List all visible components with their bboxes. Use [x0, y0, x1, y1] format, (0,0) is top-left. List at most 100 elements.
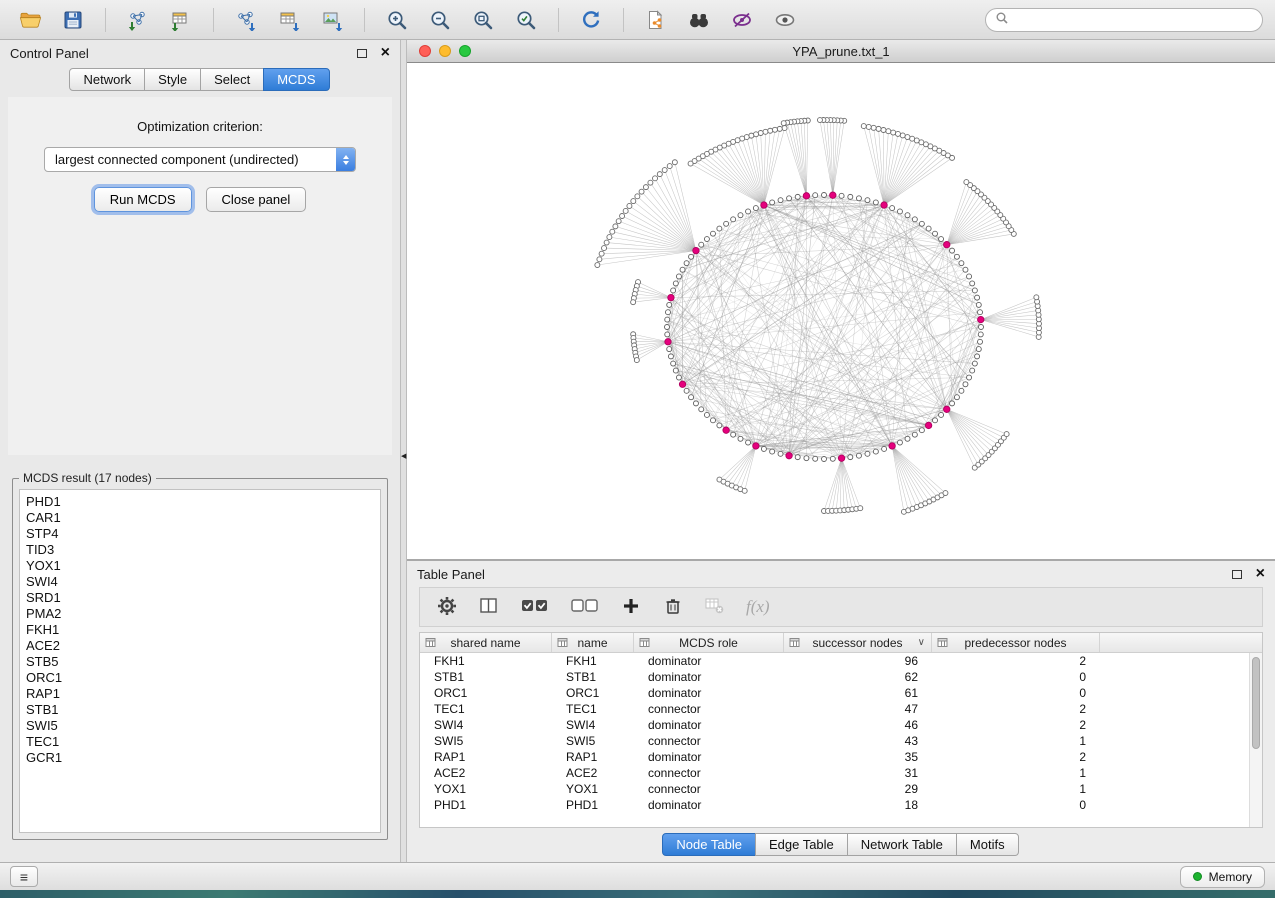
search-input[interactable]: [1015, 12, 1253, 27]
network-node[interactable]: [623, 208, 628, 213]
table-row[interactable]: SWI5SWI5connector431: [420, 733, 1262, 749]
function-builder-button[interactable]: f(x): [746, 597, 770, 617]
minimize-window-icon[interactable]: [439, 45, 451, 57]
table-cell[interactable]: STB1: [420, 670, 552, 684]
column-header-predecessor-nodes[interactable]: predecessor nodes: [932, 633, 1100, 652]
network-node[interactable]: [919, 221, 924, 226]
network-node[interactable]: [1004, 432, 1009, 437]
tab-motifs[interactable]: Motifs: [956, 833, 1019, 856]
network-node[interactable]: [954, 254, 959, 259]
table-cell[interactable]: 1: [932, 734, 1100, 748]
mcds-result-item[interactable]: GCR1: [26, 750, 374, 766]
float-panel-icon[interactable]: [357, 49, 367, 58]
mcds-dominator-node[interactable]: [925, 422, 931, 428]
tab-node-table[interactable]: Node Table: [662, 833, 756, 856]
network-node[interactable]: [761, 446, 766, 451]
network-node[interactable]: [933, 231, 938, 236]
network-node[interactable]: [905, 436, 910, 441]
network-node[interactable]: [871, 125, 876, 130]
network-node[interactable]: [900, 133, 905, 138]
network-node[interactable]: [970, 281, 975, 286]
mcds-dominator-node[interactable]: [693, 247, 699, 253]
maximize-window-icon[interactable]: [459, 45, 471, 57]
network-node[interactable]: [897, 440, 902, 445]
network-node[interactable]: [684, 388, 689, 393]
network-node[interactable]: [639, 189, 644, 194]
network-node[interactable]: [804, 456, 809, 461]
network-node[interactable]: [673, 368, 678, 373]
network-node[interactable]: [882, 446, 887, 451]
network-node[interactable]: [861, 124, 866, 129]
table-row[interactable]: SWI4SWI4dominator462: [420, 717, 1262, 733]
network-node[interactable]: [972, 361, 977, 366]
table-cell[interactable]: 2: [932, 702, 1100, 716]
network-node[interactable]: [710, 231, 715, 236]
network-node[interactable]: [959, 261, 964, 266]
network-node[interactable]: [963, 267, 968, 272]
find-button[interactable]: [681, 4, 717, 36]
table-cell[interactable]: 46: [784, 718, 932, 732]
mcds-dominator-node[interactable]: [889, 443, 895, 449]
column-header-MCDS-role[interactable]: MCDS role: [634, 633, 784, 652]
network-node[interactable]: [858, 506, 863, 511]
network-node[interactable]: [620, 214, 625, 219]
table-cell[interactable]: ACE2: [552, 766, 634, 780]
network-node[interactable]: [972, 288, 977, 293]
network-node[interactable]: [795, 194, 800, 199]
network-node[interactable]: [699, 242, 704, 247]
table-cell[interactable]: 0: [932, 670, 1100, 684]
table-cell[interactable]: TEC1: [420, 702, 552, 716]
network-node[interactable]: [795, 455, 800, 460]
network-node[interactable]: [738, 436, 743, 441]
network-node[interactable]: [975, 295, 980, 300]
table-cell[interactable]: 29: [784, 782, 932, 796]
network-node[interactable]: [873, 200, 878, 205]
show-graphics-button[interactable]: [767, 4, 803, 36]
network-node[interactable]: [599, 251, 604, 256]
mcds-dominator-node[interactable]: [723, 427, 729, 433]
network-node[interactable]: [742, 488, 747, 493]
mcds-result-item[interactable]: TID3: [26, 542, 374, 558]
table-cell[interactable]: 18: [784, 798, 932, 812]
network-node[interactable]: [627, 203, 632, 208]
network-node[interactable]: [665, 310, 670, 315]
mcds-result-item[interactable]: PHD1: [26, 494, 374, 510]
network-node[interactable]: [595, 263, 600, 268]
network-node[interactable]: [978, 332, 983, 337]
network-node[interactable]: [693, 401, 698, 406]
table-cell[interactable]: 0: [932, 798, 1100, 812]
network-node[interactable]: [676, 375, 681, 380]
network-node[interactable]: [665, 317, 670, 322]
network-node[interactable]: [602, 246, 607, 251]
criterion-dropdown[interactable]: largest connected component (undirected): [44, 147, 356, 172]
mcds-dominator-node[interactable]: [665, 339, 671, 345]
column-header-successor-nodes[interactable]: successor nodes∨: [784, 633, 932, 652]
tab-mcds[interactable]: MCDS: [263, 68, 329, 91]
network-node[interactable]: [964, 180, 969, 185]
table-row[interactable]: STB1STB1dominator620: [420, 669, 1262, 685]
network-node[interactable]: [959, 388, 964, 393]
table-row[interactable]: ORC1ORC1dominator610: [420, 685, 1262, 701]
network-node[interactable]: [976, 302, 981, 307]
network-node[interactable]: [781, 121, 786, 126]
network-node[interactable]: [865, 198, 870, 203]
network-node[interactable]: [782, 126, 787, 131]
network-node[interactable]: [967, 274, 972, 279]
mcds-dominator-node[interactable]: [944, 406, 950, 412]
network-node[interactable]: [886, 129, 891, 134]
table-cell[interactable]: dominator: [634, 654, 784, 668]
vertical-splitter[interactable]: ◀: [400, 40, 407, 862]
network-node[interactable]: [665, 325, 670, 330]
zoom-selected-button[interactable]: [508, 4, 544, 36]
tab-network-table[interactable]: Network Table: [847, 833, 957, 856]
network-node[interactable]: [822, 193, 827, 198]
column-header-name[interactable]: name: [552, 633, 634, 652]
network-node[interactable]: [873, 449, 878, 454]
network-share-button[interactable]: [638, 4, 674, 36]
table-cell[interactable]: SWI4: [552, 718, 634, 732]
network-node[interactable]: [671, 361, 676, 366]
filter-button[interactable]: [724, 4, 760, 36]
network-node[interactable]: [610, 229, 615, 234]
network-node[interactable]: [881, 127, 886, 132]
network-node[interactable]: [865, 451, 870, 456]
